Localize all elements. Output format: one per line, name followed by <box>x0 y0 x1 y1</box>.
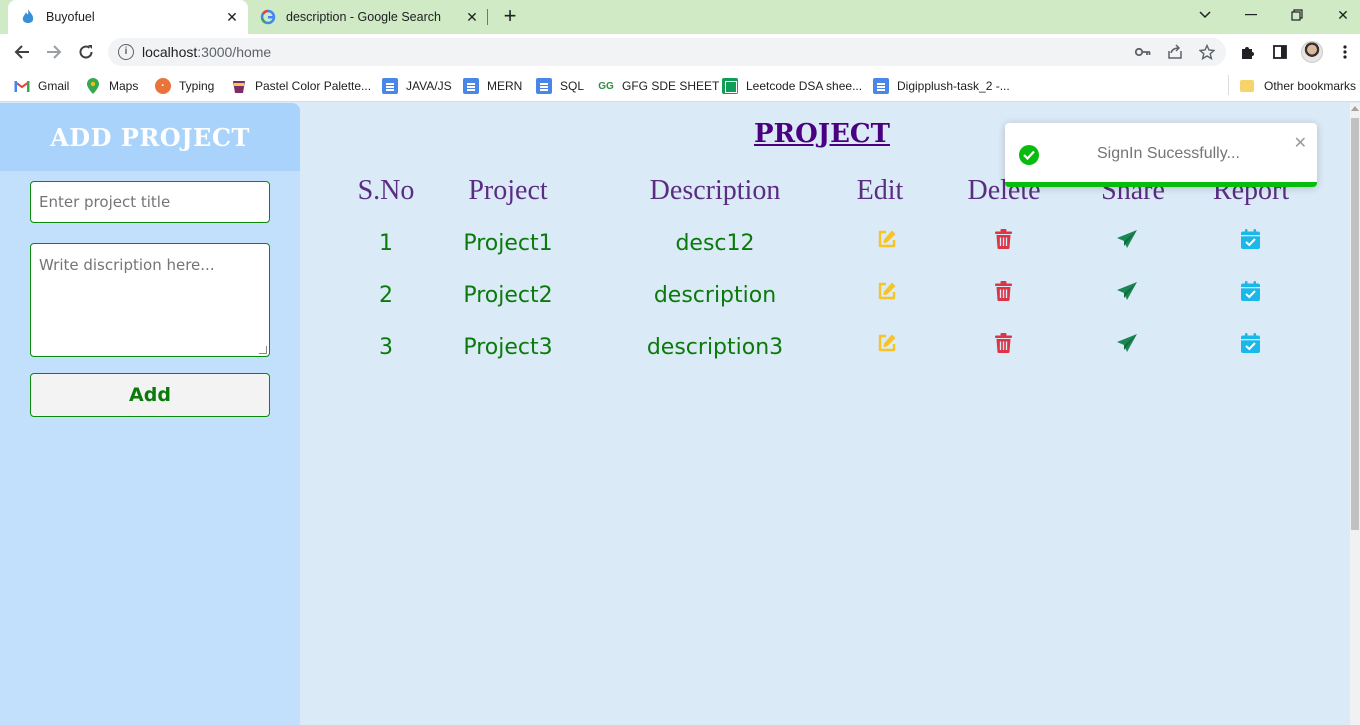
side-panel-icon[interactable] <box>1270 42 1290 62</box>
profile-avatar[interactable] <box>1301 41 1323 63</box>
sidebar-heading: ADD PROJECT <box>50 122 250 152</box>
tab-close-icon[interactable]: ✕ <box>462 9 482 26</box>
folder-icon <box>1240 80 1254 92</box>
tab-google-search[interactable]: description - Google Search ✕ <box>252 0 488 34</box>
bookmark-sql[interactable]: SQL <box>536 76 584 96</box>
textarea-resize-handle[interactable] <box>259 346 267 354</box>
sidebar-header: ADD PROJECT <box>0 103 300 171</box>
row-sno: 1 <box>379 231 393 256</box>
row-description: desc12 <box>675 231 755 256</box>
report-calendar-check-icon[interactable] <box>1239 332 1261 354</box>
bookmark-mern[interactable]: MERN <box>463 76 522 96</box>
bookmark-gmail[interactable]: Gmail <box>14 76 69 96</box>
google-favicon-icon <box>260 9 276 25</box>
project-main: PROJECT S.No Project Description Edit De… <box>300 103 1350 725</box>
gfg-icon: GG <box>598 80 614 92</box>
edit-icon[interactable] <box>876 280 898 302</box>
browser-toolbar: i localhost:3000/home <box>0 34 1360 70</box>
key-icon[interactable] <box>1134 43 1152 61</box>
tab-buyofuel[interactable]: Buyofuel ✕ <box>8 0 248 34</box>
browser-menu-kebab-icon[interactable] <box>1335 42 1355 62</box>
row-description: description <box>653 283 777 308</box>
tab-close-icon[interactable]: ✕ <box>222 9 242 26</box>
doc-icon <box>382 78 398 94</box>
cup-icon <box>231 78 247 94</box>
share-page-icon[interactable] <box>1166 43 1184 61</box>
row-project: Project2 <box>463 283 553 308</box>
maps-pin-icon <box>85 78 101 94</box>
doc-icon <box>463 78 479 94</box>
row-description: description3 <box>646 335 784 360</box>
other-bookmarks[interactable]: Other bookmarks <box>1240 76 1356 96</box>
column-header-project: Project <box>468 175 548 206</box>
column-header-edit: Edit <box>856 175 904 206</box>
tab-title: Buyofuel <box>46 10 95 24</box>
report-calendar-check-icon[interactable] <box>1239 280 1261 302</box>
tab-separator <box>487 9 488 25</box>
tab-search-chevron-icon[interactable] <box>1182 0 1228 30</box>
bookmark-leetcode-dsa[interactable]: Leetcode DSA shee... <box>722 76 862 96</box>
delete-trash-icon[interactable] <box>992 280 1014 302</box>
bookmark-digipplush-task[interactable]: Digipplush-task_2 -... <box>873 76 1010 96</box>
sheet-icon <box>722 78 738 94</box>
extensions-puzzle-icon[interactable] <box>1238 42 1258 62</box>
row-sno: 3 <box>379 335 393 360</box>
gmail-icon <box>14 78 30 94</box>
toast-progress-bar <box>1005 182 1317 187</box>
signin-toast: SignIn Sucessfully... ✕ <box>1005 123 1317 187</box>
row-sno: 2 <box>379 283 393 308</box>
restore-icon[interactable] <box>1274 0 1320 30</box>
typing-icon: · <box>155 78 171 94</box>
forward-icon[interactable] <box>42 40 66 64</box>
share-paper-plane-icon[interactable] <box>1116 332 1138 354</box>
add-project-button[interactable]: Add <box>30 373 270 417</box>
bookmark-typing[interactable]: · Typing <box>155 76 214 96</box>
tab-title: description - Google Search <box>286 10 441 24</box>
bookmark-maps[interactable]: Maps <box>85 76 138 96</box>
address-bar[interactable]: i localhost:3000/home <box>108 38 1226 66</box>
success-check-icon <box>1019 145 1039 165</box>
bookmarks-separator <box>1228 75 1229 95</box>
delete-trash-icon[interactable] <box>992 332 1014 354</box>
flame-favicon-icon <box>20 9 36 25</box>
doc-icon <box>873 78 889 94</box>
tab-strip: Buyofuel ✕ description - Google Search ✕… <box>0 0 1360 34</box>
delete-trash-icon[interactable] <box>992 228 1014 250</box>
edit-icon[interactable] <box>876 332 898 354</box>
share-paper-plane-icon[interactable] <box>1116 228 1138 250</box>
minimize-icon[interactable] <box>1228 0 1274 30</box>
bookmark-pastel-palette[interactable]: Pastel Color Palette... <box>231 76 371 96</box>
column-header-sno: S.No <box>357 175 415 206</box>
row-project: Project1 <box>463 231 553 256</box>
bookmark-gfg-sde-sheet[interactable]: GG GFG SDE SHEET <box>598 76 719 96</box>
row-project: Project3 <box>463 335 553 360</box>
bookmark-java-js[interactable]: JAVA/JS <box>382 76 452 96</box>
share-paper-plane-icon[interactable] <box>1116 280 1138 302</box>
window-close-icon[interactable]: ✕ <box>1320 0 1360 30</box>
project-title-input[interactable]: Enter project title <box>30 181 270 223</box>
scroll-up-arrow-icon[interactable] <box>1351 106 1359 111</box>
site-info-icon[interactable]: i <box>118 44 134 60</box>
project-description-textarea[interactable]: Write discription here... <box>30 243 270 357</box>
new-tab-icon[interactable]: + <box>498 4 522 28</box>
add-project-sidebar: ADD PROJECT Enter project title Write di… <box>0 103 300 725</box>
scrollbar-thumb[interactable] <box>1351 118 1359 530</box>
reload-icon[interactable] <box>74 40 98 64</box>
bookmarks-bar: Gmail Maps · Typing Pastel Color Palette… <box>0 70 1360 102</box>
doc-icon <box>536 78 552 94</box>
address-url: localhost:3000/home <box>142 44 272 60</box>
bookmark-star-icon[interactable] <box>1198 43 1216 61</box>
back-icon[interactable] <box>10 40 34 64</box>
report-calendar-check-icon[interactable] <box>1239 228 1261 250</box>
toast-close-icon[interactable]: ✕ <box>1294 133 1307 153</box>
toast-message: SignIn Sucessfully... <box>1097 145 1240 162</box>
column-header-description: Description <box>649 175 781 206</box>
page-title: PROJECT <box>754 119 890 149</box>
edit-icon[interactable] <box>876 228 898 250</box>
